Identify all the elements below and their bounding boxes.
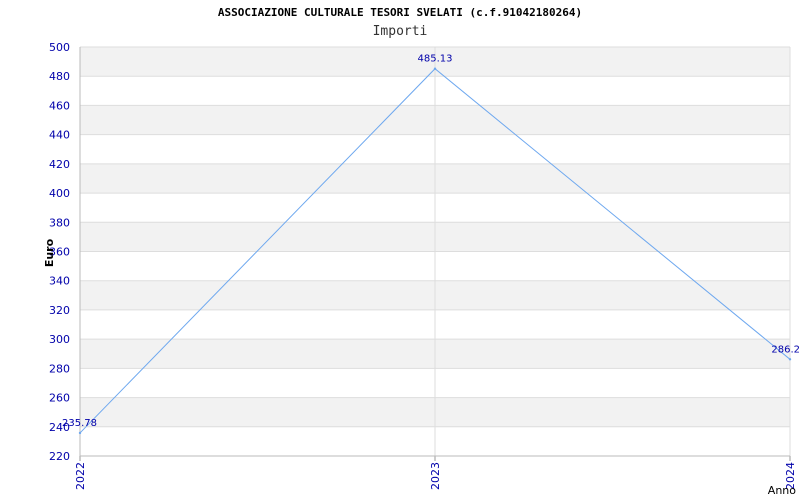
y-tick-label: 460 — [49, 99, 70, 112]
y-tick-label: 500 — [49, 41, 70, 54]
y-tick-label: 440 — [49, 129, 70, 142]
y-tick-label: 400 — [49, 187, 70, 200]
data-label: 235.78 — [62, 418, 97, 429]
y-tick-label: 220 — [49, 450, 70, 463]
y-tick-label: 300 — [49, 333, 70, 346]
data-label: 485.13 — [418, 54, 453, 65]
x-axis-title: Anno — [768, 484, 796, 497]
data-point — [78, 431, 82, 435]
y-tick-label: 280 — [49, 362, 70, 375]
y-tick-label: 340 — [49, 275, 70, 288]
y-tick-label: 380 — [49, 216, 70, 229]
data-point — [433, 67, 437, 70]
x-tick-label: 2023 — [429, 462, 442, 490]
data-label: 286.2 — [771, 344, 800, 355]
plot-area: 2202402602803003203403603804004204404604… — [43, 41, 800, 497]
y-tick-label: 480 — [49, 70, 70, 83]
y-tick-label: 260 — [49, 392, 70, 405]
x-tick-label: 2022 — [74, 462, 87, 490]
data-point — [788, 358, 792, 361]
chart: ASSOCIAZIONE CULTURALE TESORI SVELATI (c… — [0, 0, 800, 500]
y-tick-label: 320 — [49, 304, 70, 317]
y-axis-title: Euro — [43, 238, 56, 267]
y-tick-label: 420 — [49, 158, 70, 171]
